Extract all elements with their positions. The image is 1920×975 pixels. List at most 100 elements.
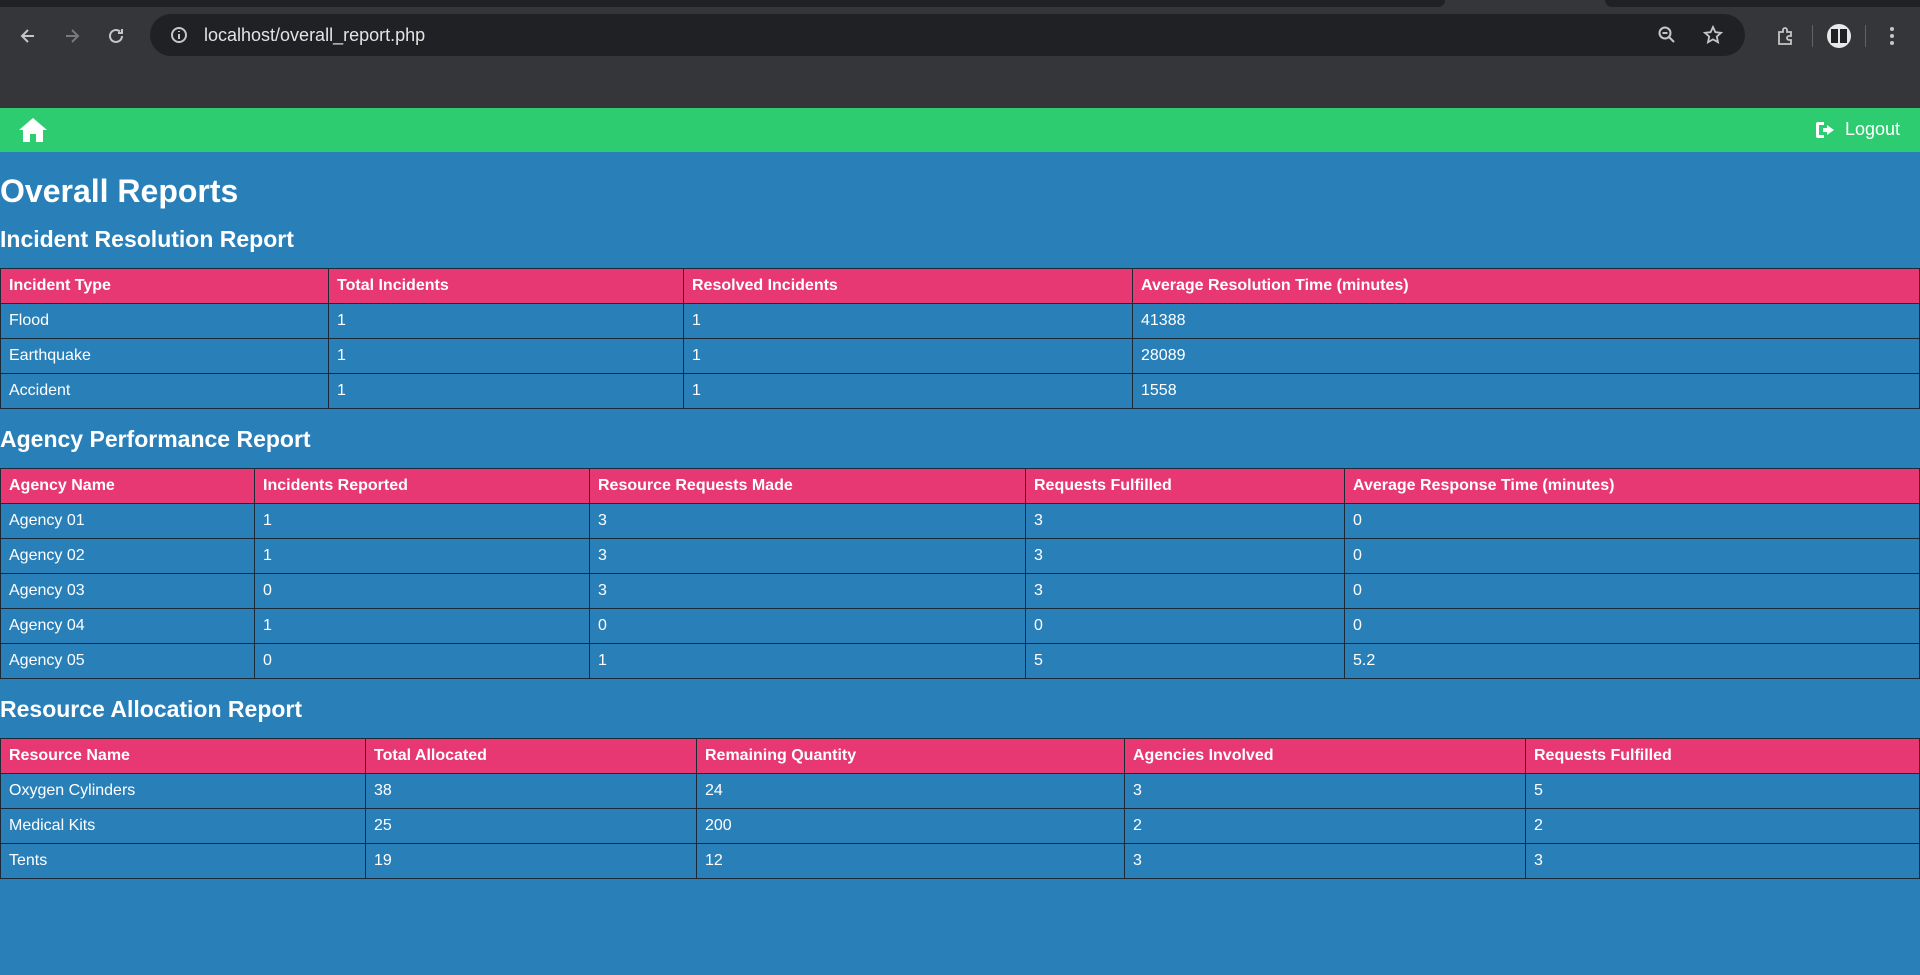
logout-icon <box>1815 121 1834 138</box>
forward-icon <box>66 29 80 43</box>
star-icon[interactable] <box>1695 17 1731 53</box>
table-cell: 0 <box>254 643 590 679</box>
column-header: Agencies Involved <box>1124 738 1526 774</box>
table-header-row: Resource Name Total Allocated Remaining … <box>0 738 1920 774</box>
table-cell: 12 <box>696 843 1125 879</box>
table-row: Earthquake 1 1 28089 <box>0 338 1920 374</box>
top-navbar: Logout <box>0 108 1920 152</box>
table-cell: 3 <box>589 538 1026 574</box>
table-row: Agency 05 0 1 5 5.2 <box>0 643 1920 679</box>
table-row: Accident 1 1 1558 <box>0 373 1920 409</box>
column-header: Average Response Time (minutes) <box>1344 468 1920 504</box>
table-cell: 0 <box>1344 608 1920 644</box>
table-cell: Agency 03 <box>0 573 255 609</box>
address-bar[interactable]: localhost/overall_report.php <box>150 14 1745 56</box>
column-header: Total Incidents <box>328 268 684 304</box>
zoom-icon[interactable] <box>1649 17 1685 53</box>
table-cell: 200 <box>696 808 1125 844</box>
logout-link[interactable]: Logout <box>1815 119 1900 140</box>
table-cell: 1558 <box>1132 373 1920 409</box>
incident-report-table: Incident Type Total Incidents Resolved I… <box>0 268 1920 409</box>
back-button[interactable] <box>6 14 50 58</box>
profile-button[interactable] <box>1819 16 1859 56</box>
table-cell: Accident <box>0 373 329 409</box>
table-row: Agency 02 1 3 3 0 <box>0 538 1920 574</box>
url-text[interactable]: localhost/overall_report.php <box>204 25 1649 46</box>
reload-button[interactable] <box>94 14 138 58</box>
profile-icon <box>1827 24 1851 48</box>
table-cell: 1 <box>254 608 590 644</box>
resource-report-table: Resource Name Total Allocated Remaining … <box>0 738 1920 879</box>
table-cell: 0 <box>589 608 1026 644</box>
table-cell: 0 <box>1344 573 1920 609</box>
table-cell: 1 <box>254 503 590 539</box>
extensions-icon[interactable] <box>1766 16 1806 56</box>
table-cell: 1 <box>683 373 1133 409</box>
column-header: Remaining Quantity <box>696 738 1125 774</box>
table-row: Flood 1 1 41388 <box>0 303 1920 339</box>
table-cell: 2 <box>1525 808 1920 844</box>
table-row: Medical Kits 25 200 2 2 <box>0 808 1920 844</box>
table-cell: Agency 01 <box>0 503 255 539</box>
logout-label: Logout <box>1844 119 1900 139</box>
reload-icon <box>109 28 123 43</box>
table-cell: 3 <box>1124 773 1526 809</box>
table-cell: Oxygen Cylinders <box>0 773 366 809</box>
column-header: Total Allocated <box>365 738 697 774</box>
table-cell: Medical Kits <box>0 808 366 844</box>
table-cell: Agency 02 <box>0 538 255 574</box>
site-info-icon[interactable] <box>158 25 200 45</box>
table-cell: 0 <box>254 573 590 609</box>
table-cell: 1 <box>589 643 1026 679</box>
table-cell: Flood <box>0 303 329 339</box>
incident-report-title: Incident Resolution Report <box>0 226 294 252</box>
table-cell: 5 <box>1025 643 1345 679</box>
home-icon[interactable] <box>18 117 48 143</box>
column-header: Average Resolution Time (minutes) <box>1132 268 1920 304</box>
table-cell: 38 <box>365 773 697 809</box>
table-cell: 3 <box>1124 843 1526 879</box>
tab-strip-right <box>1605 0 1920 7</box>
page-title: Overall Reports <box>0 173 239 209</box>
table-cell: 3 <box>589 503 1026 539</box>
table-cell: 0 <box>1344 538 1920 574</box>
table-cell: Earthquake <box>0 338 329 374</box>
table-cell: 1 <box>328 338 684 374</box>
table-row: Agency 03 0 3 3 0 <box>0 573 1920 609</box>
column-header: Requests Fulfilled <box>1025 468 1345 504</box>
column-header: Incidents Reported <box>254 468 590 504</box>
table-row: Agency 01 1 3 3 0 <box>0 503 1920 539</box>
browser-toolbar: localhost/overall_report.php <box>0 14 1920 58</box>
column-header: Resource Requests Made <box>589 468 1026 504</box>
table-cell: Agency 05 <box>0 643 255 679</box>
table-cell: 2 <box>1124 808 1526 844</box>
table-cell: 5 <box>1525 773 1920 809</box>
table-cell: 3 <box>1525 843 1920 879</box>
toolbar-separator <box>1865 25 1866 47</box>
table-row: Oxygen Cylinders 38 24 3 5 <box>0 773 1920 809</box>
table-cell: Agency 04 <box>0 608 255 644</box>
column-header: Resolved Incidents <box>683 268 1133 304</box>
table-cell: 25 <box>365 808 697 844</box>
table-row: Agency 04 1 0 0 0 <box>0 608 1920 644</box>
column-header: Agency Name <box>0 468 255 504</box>
toolbar-separator <box>1812 25 1813 47</box>
table-cell: 3 <box>1025 573 1345 609</box>
table-header-row: Incident Type Total Incidents Resolved I… <box>0 268 1920 304</box>
table-cell: 1 <box>254 538 590 574</box>
agency-report-table: Agency Name Incidents Reported Resource … <box>0 468 1920 679</box>
agency-report-title: Agency Performance Report <box>0 426 311 452</box>
table-cell: 1 <box>683 338 1133 374</box>
menu-icon[interactable] <box>1872 16 1912 56</box>
table-header-row: Agency Name Incidents Reported Resource … <box>0 468 1920 504</box>
table-row: Tents 19 12 3 3 <box>0 843 1920 879</box>
page-content: Overall Reports Incident Resolution Repo… <box>0 152 1920 879</box>
table-cell: 1 <box>328 373 684 409</box>
table-cell: 3 <box>589 573 1026 609</box>
forward-button[interactable] <box>50 14 94 58</box>
table-cell: 41388 <box>1132 303 1920 339</box>
table-cell: 19 <box>365 843 697 879</box>
table-cell: 3 <box>1025 503 1345 539</box>
table-cell: 28089 <box>1132 338 1920 374</box>
column-header: Incident Type <box>0 268 329 304</box>
